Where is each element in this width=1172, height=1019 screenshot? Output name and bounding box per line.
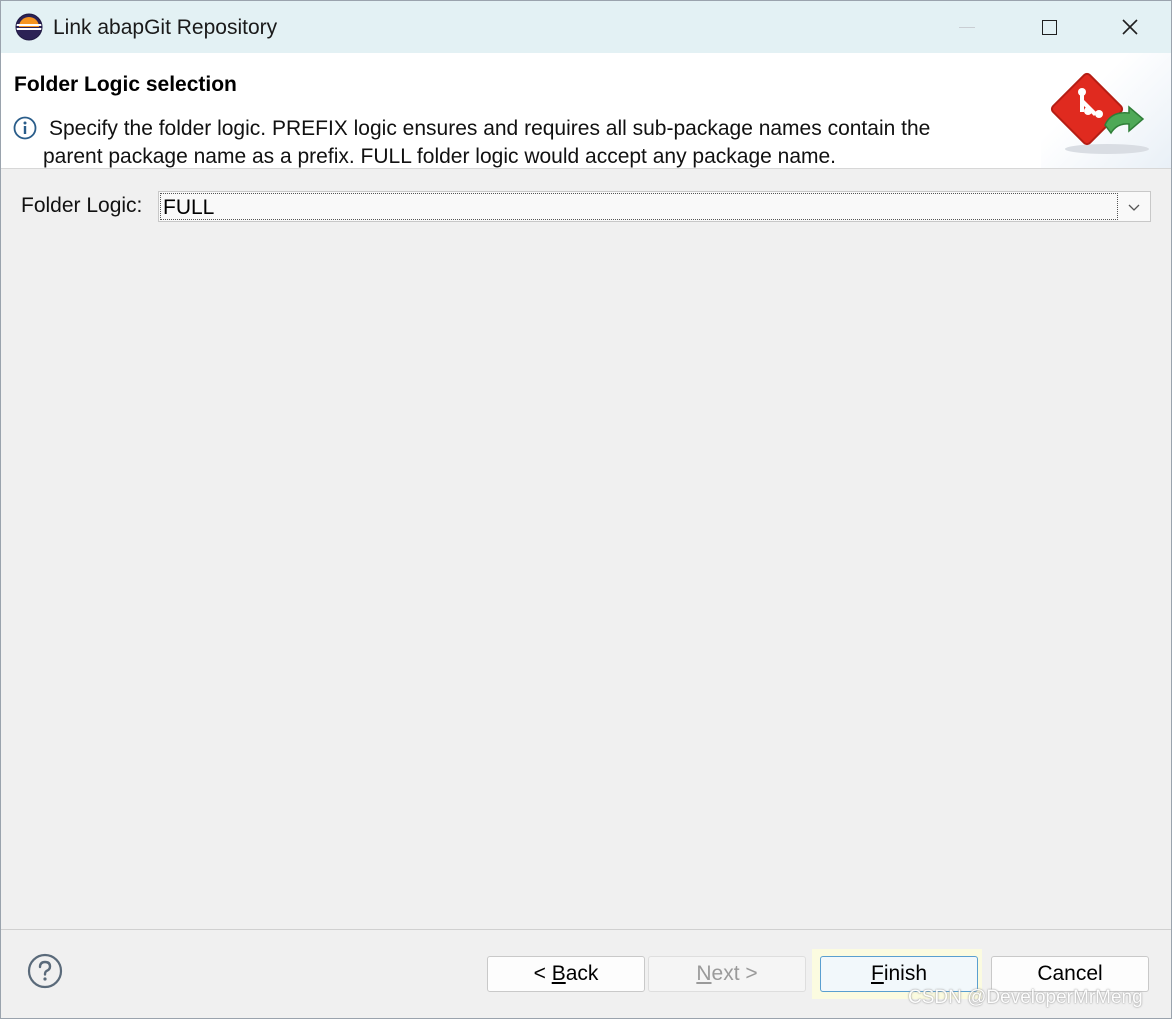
back-button-label: ack — [565, 962, 599, 985]
watermark: CSDN @DeveloperMrMeng — [908, 987, 1143, 1008]
minimize-button[interactable] — [927, 1, 1007, 53]
next-button[interactable]: Next > — [648, 956, 806, 992]
next-button-mnemonic: N — [696, 962, 712, 985]
minimize-icon — [959, 26, 975, 28]
abapgit-link-icon — [1050, 72, 1149, 154]
title-bar[interactable]: Link abapGit Repository — [1, 1, 1171, 53]
next-button-label: ext > — [711, 962, 758, 985]
header-message: Specify the folder logic. PREFIX logic e… — [43, 115, 1023, 171]
cancel-button-label: Cancel — [1037, 962, 1103, 985]
folder-logic-value: FULL — [163, 196, 215, 219]
chevron-down-icon[interactable] — [1124, 198, 1144, 216]
folder-logic-label: Folder Logic: — [21, 194, 143, 217]
focus-ring — [160, 193, 1118, 220]
wizard-header: Folder Logic selection Specify the folde… — [1, 53, 1171, 169]
close-icon — [1122, 19, 1138, 35]
eclipse-icon — [15, 13, 43, 41]
finish-button-mnemonic: F — [870, 962, 884, 985]
header-message-line1: Specify the folder logic. PREFIX logic e… — [49, 117, 931, 140]
footer-divider — [1, 929, 1171, 930]
back-button[interactable]: < Back — [487, 956, 645, 992]
info-icon — [13, 116, 37, 140]
maximize-button[interactable] — [1009, 1, 1089, 53]
window-title: Link abapGit Repository — [53, 16, 278, 39]
back-button-prefix: < — [533, 962, 552, 985]
folder-logic-select[interactable]: FULL — [158, 191, 1151, 222]
finish-button-label: inish — [883, 962, 928, 985]
maximize-icon — [1041, 19, 1057, 35]
wizard-banner — [1041, 53, 1171, 168]
page-title: Folder Logic selection — [14, 73, 237, 96]
header-message-line2: parent package name as a prefix. FULL fo… — [43, 145, 837, 168]
dialog-window: Link abapGit Repository Folder Logic sel… — [0, 0, 1172, 1019]
help-icon[interactable] — [27, 953, 63, 989]
close-button[interactable] — [1090, 1, 1170, 53]
back-button-mnemonic: B — [551, 962, 566, 985]
